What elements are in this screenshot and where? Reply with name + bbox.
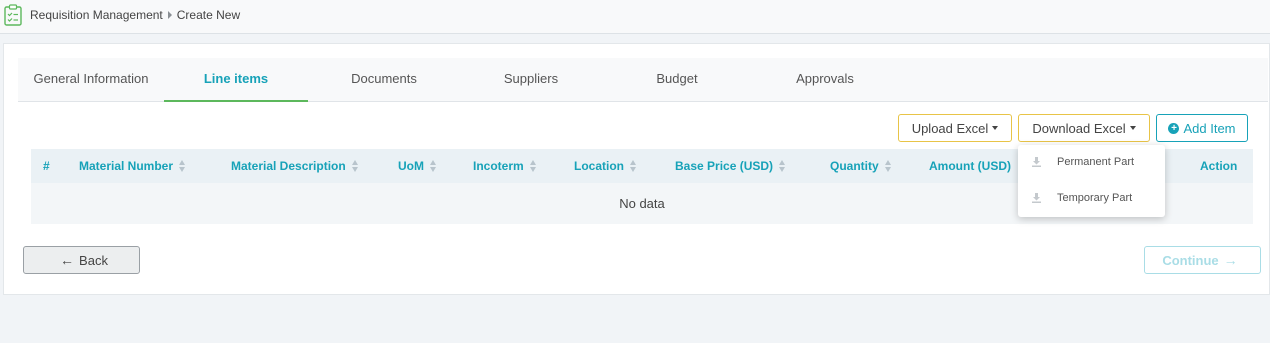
tab-documents[interactable]: Documents xyxy=(308,58,460,102)
download-excel-menu: Permanent Part Temporary Part xyxy=(1018,145,1165,217)
column-header-label: Amount (USD) xyxy=(929,159,1011,173)
breadcrumb: Requisition Management Create New xyxy=(30,8,240,22)
main-card: General Information Line items Documents… xyxy=(3,43,1270,295)
top-bar: Requisition Management Create New xyxy=(0,0,1270,34)
add-item-button[interactable]: + Add Item xyxy=(1156,114,1248,142)
column-header-location[interactable]: Location xyxy=(574,149,637,183)
upload-excel-label: Upload Excel xyxy=(911,120,989,136)
column-header-quantity[interactable]: Quantity xyxy=(830,149,892,183)
menu-item-temporary-part[interactable]: Temporary Part xyxy=(1018,183,1165,213)
sort-icon[interactable] xyxy=(630,159,637,172)
arrow-right-icon: → xyxy=(1223,252,1238,268)
back-label: Back xyxy=(79,252,108,268)
upload-excel-button[interactable]: Upload Excel xyxy=(898,114,1012,142)
continue-button[interactable]: Continue → xyxy=(1144,246,1261,274)
sort-icon[interactable] xyxy=(351,159,359,172)
requisition-app-icon xyxy=(4,4,22,26)
column-header-label: Base Price (USD) xyxy=(675,159,774,173)
download-icon xyxy=(1032,193,1041,203)
column-header-uom[interactable]: UoM xyxy=(398,149,437,183)
download-icon xyxy=(1032,157,1041,167)
column-header-label: Material Description xyxy=(231,159,346,173)
breadcrumb-separator-icon xyxy=(167,11,172,19)
menu-item-label: Permanent Part xyxy=(1057,156,1135,168)
column-header-label: Location xyxy=(574,159,624,173)
breadcrumb-root[interactable]: Requisition Management xyxy=(30,8,163,22)
tab-line-items[interactable]: Line items xyxy=(164,58,308,102)
add-item-label: Add Item xyxy=(1183,120,1236,136)
sort-icon[interactable] xyxy=(179,159,186,172)
sort-icon[interactable] xyxy=(430,159,437,172)
column-header-label: Quantity xyxy=(830,159,879,173)
column-header-label: Incoterm xyxy=(473,159,524,173)
caret-down-icon xyxy=(1129,126,1136,130)
column-header-material-number[interactable]: Material Number xyxy=(79,149,186,183)
tab-general-information[interactable]: General Information xyxy=(18,58,164,102)
column-header-label: UoM xyxy=(398,159,424,173)
sort-icon[interactable] xyxy=(779,159,786,172)
tab-bar: General Information Line items Documents… xyxy=(18,58,1268,102)
sort-icon[interactable] xyxy=(884,159,892,172)
column-header-amount[interactable]: Amount (USD) xyxy=(929,149,1011,183)
download-excel-button[interactable]: Download Excel xyxy=(1018,114,1150,142)
column-header-label: Material Number xyxy=(79,159,174,173)
continue-label: Continue xyxy=(1162,252,1219,268)
download-excel-label: Download Excel xyxy=(1032,120,1126,136)
sort-icon[interactable] xyxy=(529,159,537,172)
tab-approvals[interactable]: Approvals xyxy=(752,58,898,102)
menu-item-permanent-part[interactable]: Permanent Part xyxy=(1018,147,1165,177)
column-header-index: # xyxy=(43,159,50,173)
arrow-left-icon: ← xyxy=(60,252,75,268)
plus-circle-icon: + xyxy=(1168,122,1180,134)
tab-budget[interactable]: Budget xyxy=(602,58,752,102)
back-button[interactable]: ← Back xyxy=(23,246,140,274)
column-header-base-price[interactable]: Base Price (USD) xyxy=(675,149,786,183)
menu-item-label: Temporary Part xyxy=(1057,192,1133,204)
column-header-action: Action xyxy=(1200,159,1238,173)
column-header-incoterm[interactable]: Incoterm xyxy=(473,149,537,183)
column-header-material-description[interactable]: Material Description xyxy=(231,149,359,183)
breadcrumb-current: Create New xyxy=(176,8,241,22)
caret-down-icon xyxy=(992,126,999,130)
tab-suppliers[interactable]: Suppliers xyxy=(460,58,602,102)
